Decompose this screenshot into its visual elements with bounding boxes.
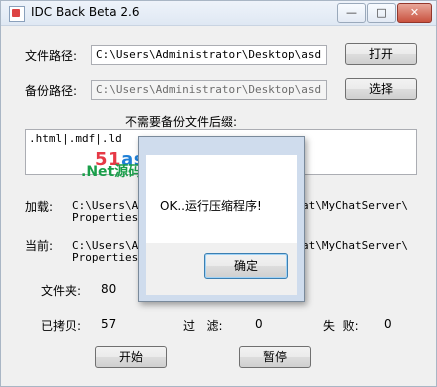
- loading-path-line1-tail: at\MyChatServer\: [302, 199, 408, 212]
- select-button[interactable]: 选择: [345, 78, 417, 100]
- folders-value: 80: [101, 282, 117, 296]
- app-icon: [9, 6, 25, 22]
- current-path-line1-tail: at\MyChatServer\: [302, 239, 408, 252]
- dialog-content-area: OK..运行压缩程序!: [146, 155, 297, 243]
- pause-button[interactable]: 暂停: [239, 346, 311, 368]
- dialog-button-area: 确定: [146, 243, 297, 295]
- backup-path-field[interactable]: C:\Users\Administrator\Desktop\asd: [91, 80, 327, 100]
- folders-label: 文件夹:: [41, 284, 82, 298]
- current-label: 当前:: [25, 239, 54, 253]
- message-dialog: OK..运行压缩程序! 确定: [138, 136, 305, 302]
- open-button[interactable]: 打开: [345, 43, 417, 65]
- filtered-value: 0: [255, 317, 263, 331]
- minimize-button[interactable]: —: [337, 3, 366, 23]
- copied-value: 57: [101, 317, 117, 331]
- failed-label: 失 败:: [323, 319, 359, 333]
- dialog-message: OK..运行压缩程序!: [160, 199, 262, 213]
- source-path-field[interactable]: C:\Users\Administrator\Desktop\asd: [91, 45, 327, 65]
- backup-path-label: 备份路径:: [25, 84, 78, 98]
- failed-value: 0: [384, 317, 392, 331]
- loading-label: 加载:: [25, 200, 54, 214]
- title-bar[interactable]: IDC Back Beta 2.6 — □ ✕: [1, 1, 436, 26]
- window-title: IDC Back Beta 2.6: [31, 5, 140, 19]
- exclude-suffix-label: 不需要备份文件后缀:: [125, 115, 238, 129]
- close-button[interactable]: ✕: [397, 3, 432, 23]
- start-button[interactable]: 开始: [95, 346, 167, 368]
- maximize-button[interactable]: □: [367, 3, 396, 23]
- ok-button[interactable]: 确定: [204, 253, 288, 279]
- filtered-label: 过 滤:: [183, 319, 223, 333]
- loading-path-line2: Properties: [72, 211, 139, 224]
- copied-label: 已拷贝:: [41, 319, 82, 333]
- source-path-label: 文件路径:: [25, 49, 78, 63]
